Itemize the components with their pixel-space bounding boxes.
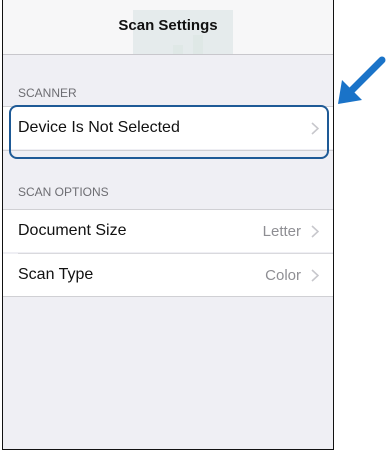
divider — [3, 296, 333, 297]
page-title: Scan Settings — [118, 17, 218, 34]
device-row-highlight-callout — [9, 105, 329, 159]
scan-settings-screen: Scan Settings SCANNER Device Is Not Sele… — [2, 0, 334, 450]
scan-type-label: Scan Type — [18, 266, 94, 283]
document-size-label: Document Size — [18, 222, 127, 239]
scan-options-section-header: SCAN OPTIONS — [18, 185, 109, 199]
chevron-right-icon — [311, 224, 319, 238]
document-size-row[interactable]: Document Size Letter — [3, 210, 333, 252]
pointer-arrow-icon — [338, 56, 386, 104]
document-size-value: Letter — [262, 222, 301, 240]
chevron-right-icon — [311, 268, 319, 282]
scan-type-value: Color — [265, 266, 301, 284]
scanner-section-header: SCANNER — [18, 86, 77, 100]
navigation-bar: Scan Settings — [3, 0, 333, 55]
scan-type-row[interactable]: Scan Type Color — [3, 254, 333, 296]
